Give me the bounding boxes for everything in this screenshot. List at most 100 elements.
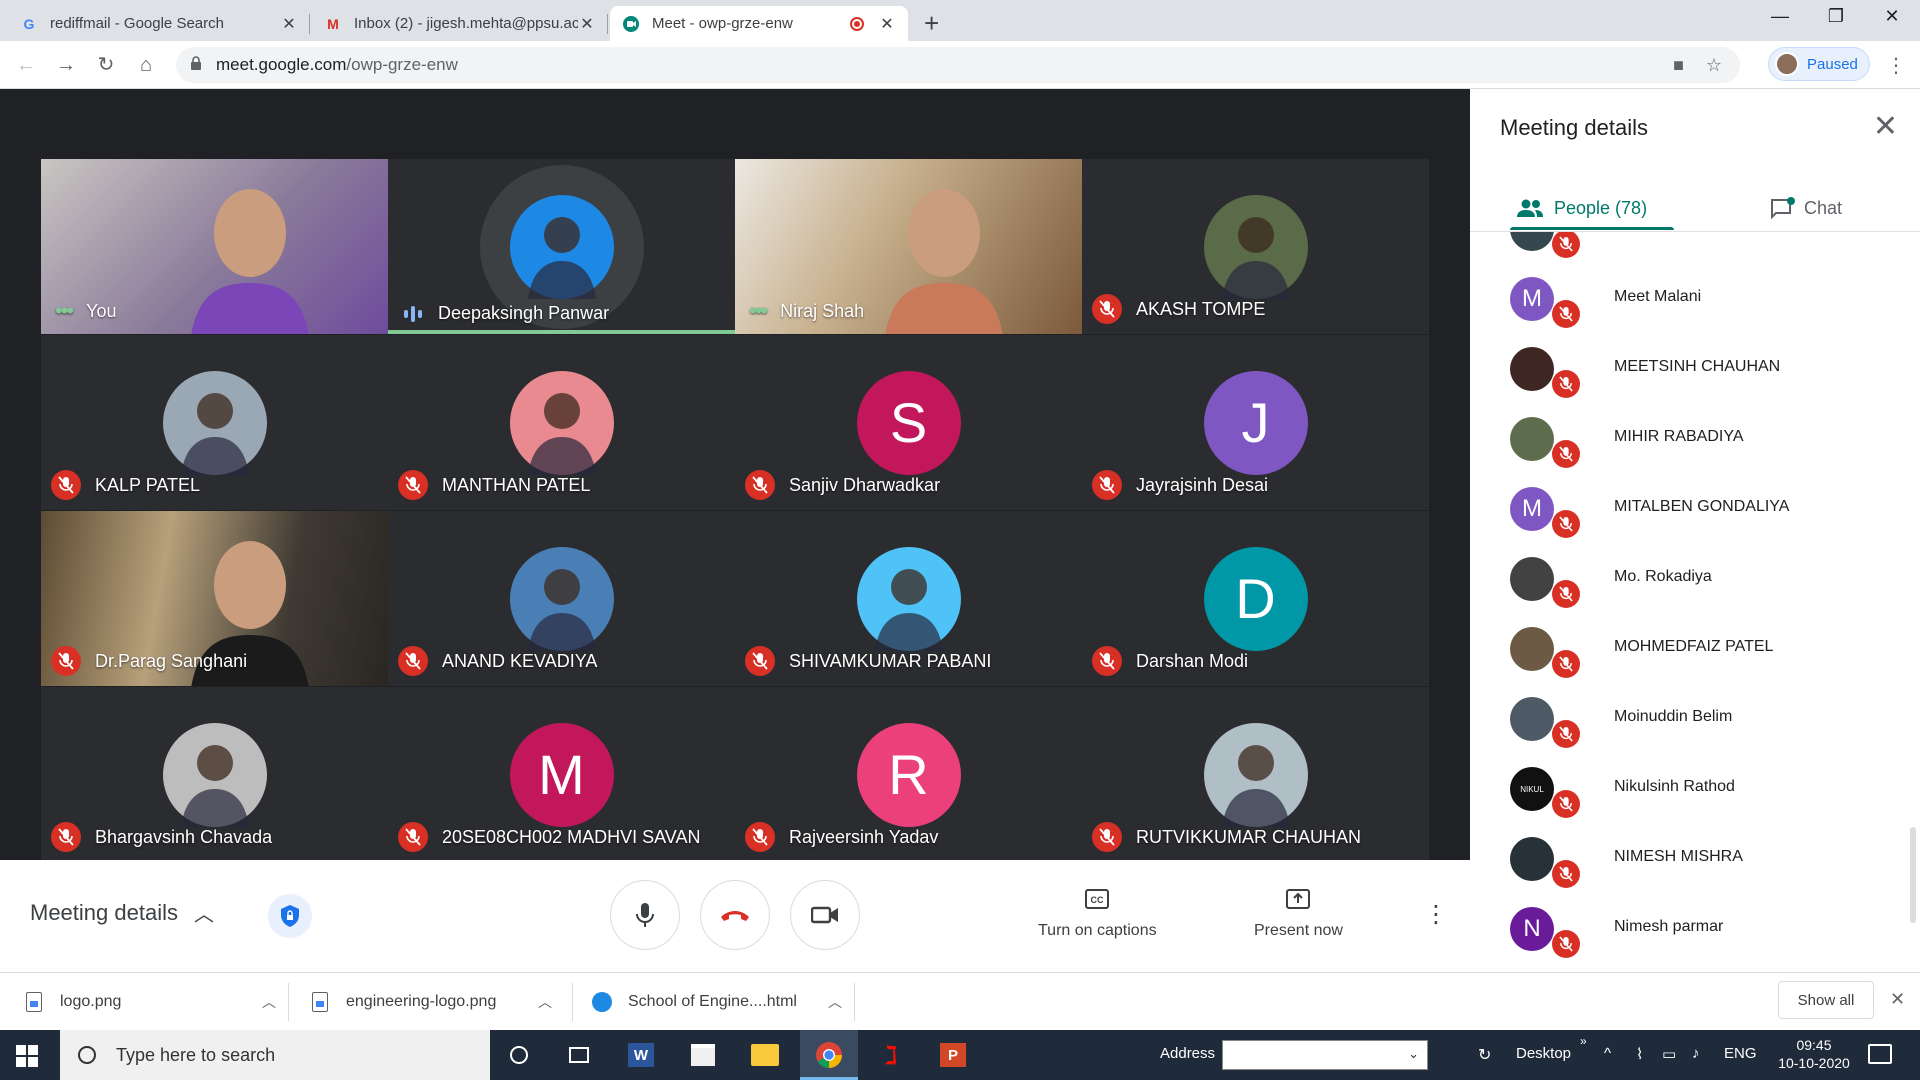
chat-tab-label: Chat	[1804, 197, 1843, 218]
participant-name-tag: Rajveersinh Yadav	[745, 822, 938, 852]
tab-close-icon[interactable]: ✕	[878, 14, 896, 34]
participant-tile[interactable]: D Darshan Modi	[1082, 511, 1429, 686]
notifications-icon[interactable]	[1868, 1044, 1892, 1064]
camera-in-use-icon[interactable]: ■	[1673, 55, 1684, 76]
window-close-button[interactable]: ✕	[1864, 6, 1920, 27]
more-options-icon[interactable]: ⋮	[1424, 900, 1448, 929]
chevron-up-icon[interactable]: ︿	[828, 992, 842, 1012]
tab-google-search[interactable]: G rediffmail - Google Search ✕	[8, 6, 310, 41]
show-all-downloads-button[interactable]: Show all	[1778, 981, 1874, 1019]
participant-row[interactable]: NIMESH MISHRA	[1470, 824, 1920, 894]
leave-call-button[interactable]	[700, 880, 770, 950]
download-item[interactable]: logo.png ︿	[26, 981, 276, 1023]
browser-menu-icon[interactable]: ⋮	[1886, 53, 1906, 78]
participant-tile[interactable]: ••• Niraj Shah	[735, 159, 1082, 334]
task-view-icon[interactable]	[550, 1030, 608, 1080]
mic-off-icon	[745, 822, 775, 852]
desktop-toolbar-label[interactable]: Desktop	[1516, 1045, 1571, 1062]
captions-button[interactable]: CC Turn on captions	[1038, 888, 1157, 940]
more-dots-icon[interactable]: •••	[749, 298, 768, 324]
captions-label: Turn on captions	[1038, 922, 1157, 939]
participant-tile[interactable]: R Rajveersinh Yadav	[735, 687, 1082, 862]
download-item[interactable]: School of Engine....html ︿	[592, 981, 842, 1023]
microphone-button[interactable]	[610, 880, 680, 950]
cortana-icon[interactable]	[490, 1030, 548, 1080]
word-icon[interactable]: W	[612, 1030, 670, 1080]
participant-tile[interactable]: ANAND KEVADIYA	[388, 511, 735, 686]
host-controls-shield-icon[interactable]	[268, 894, 312, 938]
participant-tile[interactable]: Dr.Parag Sanghani	[41, 511, 388, 686]
forward-button[interactable]: →	[52, 51, 80, 79]
participant-row[interactable]: MOHMEDFAIZ PATEL	[1470, 614, 1920, 684]
participant-tile[interactable]: Bhargavsinh Chavada	[41, 687, 388, 862]
new-tab-button[interactable]: +	[924, 8, 939, 39]
participant-row[interactable]: MIHIR RABADIYA	[1470, 404, 1920, 474]
close-downloads-icon[interactable]: ✕	[1890, 989, 1905, 1010]
participant-tile[interactable]: KALP PATEL	[41, 335, 388, 510]
network-icon[interactable]: ⌇	[1636, 1045, 1643, 1063]
people-list-scrollbar[interactable]	[1910, 827, 1916, 923]
panel-close-icon[interactable]: ✕	[1873, 109, 1898, 144]
show-hidden-icons-icon[interactable]: ^	[1604, 1045, 1611, 1062]
mic-off-icon	[1552, 650, 1580, 678]
back-button[interactable]: ←	[12, 51, 40, 79]
present-now-button[interactable]: Present now	[1254, 888, 1343, 940]
more-dots-icon[interactable]: •••	[55, 298, 74, 324]
participant-row[interactable]: Moinuddin Belim	[1470, 684, 1920, 754]
tab-meet[interactable]: Meet - owp-grze-enw ✕	[610, 6, 908, 41]
battery-icon[interactable]: ▭	[1662, 1045, 1676, 1063]
toolbar-chevron-icon[interactable]: »	[1580, 1034, 1587, 1048]
powerpoint-icon[interactable]: P	[924, 1030, 982, 1080]
address-toolbar-input[interactable]: ⌄	[1222, 1040, 1428, 1070]
participant-tile[interactable]: AKASH TOMPE	[1082, 159, 1429, 334]
file-explorer-icon[interactable]	[736, 1030, 794, 1080]
store-icon[interactable]	[674, 1030, 732, 1080]
tab-gmail-inbox[interactable]: M Inbox (2) - jigesh.mehta@ppsu.ac ✕	[312, 6, 608, 41]
participant-row[interactable]: Mo. Rokadiya	[1470, 544, 1920, 614]
system-clock[interactable]: 09:45 10-10-2020	[1774, 1036, 1854, 1072]
tab-close-icon[interactable]: ✕	[280, 14, 298, 34]
participant-row[interactable]: M Meet Malani	[1470, 264, 1920, 334]
participant-row[interactable]: NIKUL Nikulsinh Rathod	[1470, 754, 1920, 824]
participant-tile[interactable]: RUTVIKKUMAR CHAUHAN	[1082, 687, 1429, 862]
participant-name: KALP PATEL	[95, 474, 201, 495]
address-bar[interactable]: meet.google.com/owp-grze-enw ■ ☆	[176, 47, 1740, 83]
participant-name: Jayrajsinh Desai	[1136, 474, 1269, 495]
participant-tile[interactable]: M 20SE08CH002 MADHVI SAVAN	[388, 687, 735, 862]
participant-row[interactable]: MEETSINH CHAUHAN	[1470, 334, 1920, 404]
language-indicator[interactable]: ENG	[1724, 1045, 1757, 1062]
meeting-details-toggle[interactable]: Meeting details ︿	[30, 898, 214, 927]
participant-tile[interactable]: ••• You	[41, 159, 388, 334]
participant-tile[interactable]: SHIVAMKUMAR PABANI	[735, 511, 1082, 686]
minimize-button[interactable]: —	[1752, 6, 1808, 27]
mic-off-icon	[1092, 470, 1122, 500]
download-item[interactable]: engineering-logo.png ︿	[312, 981, 552, 1023]
bookmark-star-icon[interactable]: ☆	[1706, 55, 1722, 76]
participant-row[interactable]: N Nimesh parmar	[1470, 894, 1920, 964]
volume-icon[interactable]: ♪	[1692, 1045, 1700, 1062]
tab-chat[interactable]: Chat	[1770, 187, 1842, 229]
participant-row[interactable]: MAYURKUMAR MACHHI	[1470, 232, 1920, 264]
profile-button[interactable]: Paused	[1768, 47, 1870, 81]
taskbar-search-box[interactable]: Type here to search	[60, 1030, 490, 1080]
participant-tile[interactable]: Deepaksingh Panwar	[388, 159, 735, 334]
restore-button[interactable]: ❐	[1808, 6, 1864, 27]
chrome-taskbar-icon[interactable]	[800, 1030, 858, 1080]
participant-row[interactable]: M MITALBEN GONDALIYA	[1470, 474, 1920, 544]
acrobat-icon[interactable]: ℷ	[862, 1030, 920, 1080]
participant-tile[interactable]: J Jayrajsinh Desai	[1082, 335, 1429, 510]
chevron-up-icon[interactable]: ︿	[262, 992, 276, 1012]
reload-button[interactable]: ↻	[92, 51, 120, 79]
tab-people[interactable]: People (78)	[1516, 187, 1647, 229]
mic-off-icon	[1552, 720, 1580, 748]
participant-tile[interactable]: S Sanjiv Dharwadkar	[735, 335, 1082, 510]
chevron-up-icon[interactable]: ︿	[538, 992, 552, 1012]
camera-button[interactable]	[790, 880, 860, 950]
windows-start-icon[interactable]	[16, 1045, 38, 1067]
participant-tile[interactable]: MANTHAN PATEL	[388, 335, 735, 510]
participant-avatar: M	[509, 722, 614, 827]
tab-close-icon[interactable]: ✕	[578, 14, 596, 34]
home-button[interactable]: ⌂	[132, 51, 160, 79]
refresh-icon[interactable]: ↻	[1478, 1045, 1491, 1065]
chevron-down-icon[interactable]: ⌄	[1408, 1046, 1419, 1062]
